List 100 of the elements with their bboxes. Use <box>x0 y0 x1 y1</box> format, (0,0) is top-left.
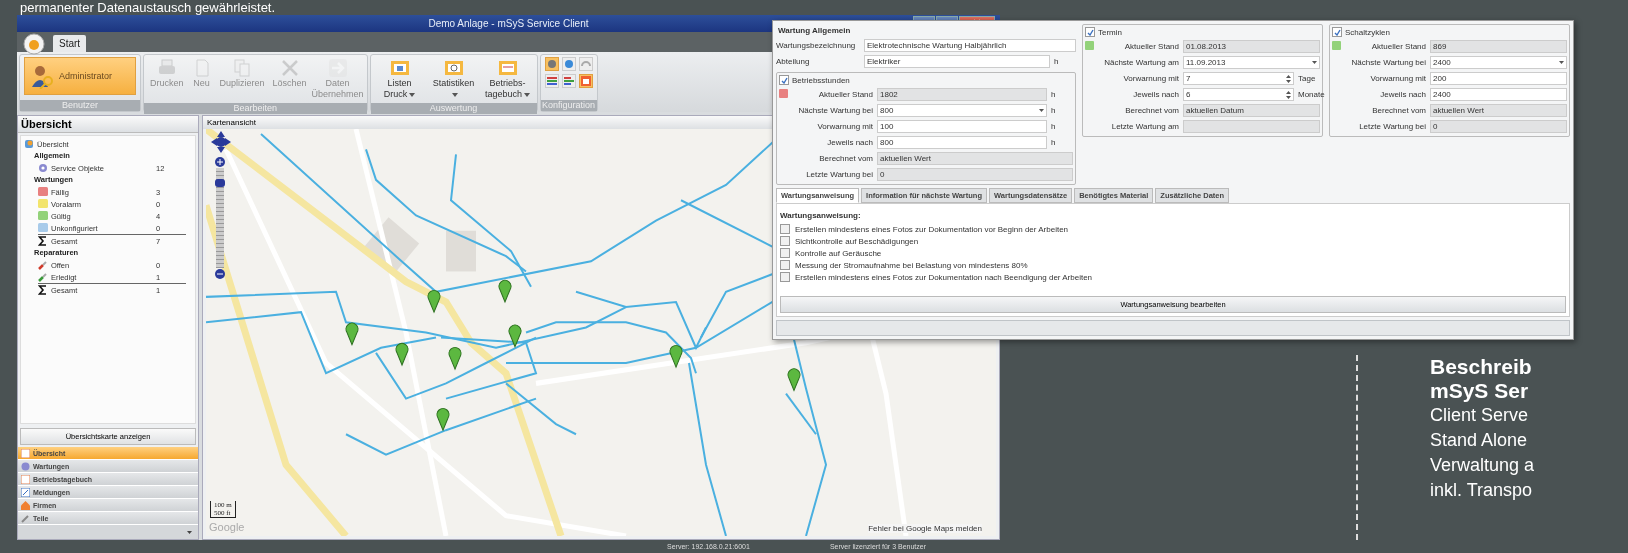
checkbox[interactable] <box>780 248 790 258</box>
config-button[interactable] <box>561 57 576 71</box>
group-label: Auswertung <box>370 103 537 114</box>
input-field[interactable] <box>1183 120 1320 133</box>
gear-icon <box>21 461 30 471</box>
zoom-out-icon[interactable] <box>215 269 225 279</box>
map-pin-icon[interactable] <box>448 346 462 370</box>
map-pin-icon[interactable] <box>669 344 683 368</box>
checklist-item: Sichtkontrolle auf Beschädigungen <box>795 236 919 246</box>
input-field[interactable]: aktuellen Wert <box>877 152 1073 165</box>
input-field[interactable]: 11.09.2013 <box>1183 56 1320 69</box>
group-title: Termin <box>1098 27 1122 37</box>
group-label: Benutzer <box>20 100 140 111</box>
pan-control-icon[interactable] <box>211 131 231 153</box>
cross-icon <box>279 58 300 78</box>
input-field[interactable]: 200 <box>1430 72 1567 85</box>
map-pin-icon[interactable] <box>427 289 441 313</box>
checkbox[interactable] <box>780 224 790 234</box>
field-label: Vorwarnung mit <box>816 122 873 131</box>
zoom-thumb[interactable] <box>215 179 225 188</box>
caret-icon <box>1559 61 1564 64</box>
input-field[interactable]: 7 <box>1183 72 1294 85</box>
unit-label: h <box>1051 138 1057 147</box>
ball-icon <box>546 59 557 69</box>
ribbon-button[interactable]: Statistiken <box>428 57 479 101</box>
ribbon-button[interactable]: Listen Druck <box>374 57 425 101</box>
input-field[interactable]: 800 <box>877 104 1047 117</box>
ribbon-button[interactable]: Betriebs-tagebuch <box>482 57 533 101</box>
input-field[interactable]: 0 <box>877 168 1073 181</box>
spinner-icon <box>1286 74 1291 83</box>
section-title: Wartung Allgemein <box>777 25 852 37</box>
checkbox[interactable] <box>780 260 790 270</box>
aside-heading: Beschreib <box>1430 355 1533 379</box>
list-icon <box>546 76 557 86</box>
checkbox[interactable] <box>779 75 789 85</box>
config-button[interactable] <box>561 74 576 88</box>
input-field[interactable]: 0 <box>1430 120 1567 133</box>
field-label: Vorwarnung mit <box>1122 74 1179 83</box>
checkbox[interactable] <box>780 236 790 246</box>
aside-text: Verwaltung a <box>1430 454 1535 477</box>
caret-icon <box>1039 109 1044 112</box>
unit-label: h <box>1051 90 1057 99</box>
input-field[interactable]: 869 <box>1430 40 1567 53</box>
input-field[interactable]: aktuellen Wert <box>1430 104 1567 117</box>
field-label: Berechnet vom <box>818 154 873 163</box>
checklist-item: Erstellen mindestens eines Fotos zur Dokumentation nach Beendigung der Arbeiten <box>795 272 1093 282</box>
field-label: Aktueller Stand <box>1370 42 1426 51</box>
input-field[interactable]: Elektriker <box>864 55 1050 68</box>
field-label: Jeweils nach <box>1379 90 1426 99</box>
magnifier-icon <box>443 58 464 78</box>
list-icon <box>389 58 410 78</box>
input-field[interactable]: 100 <box>877 120 1047 133</box>
field-label: Letzte Wartung bei <box>1358 122 1426 131</box>
user-key-icon <box>29 63 55 89</box>
config-button[interactable] <box>544 74 559 88</box>
input-field[interactable]: 2400 <box>1430 88 1567 101</box>
map-pin-icon[interactable] <box>498 279 512 303</box>
calendar-icon <box>21 474 30 484</box>
field-label: Wartungsbezeichnung <box>776 41 857 50</box>
config-button[interactable] <box>544 57 559 71</box>
caret-icon <box>1312 61 1317 64</box>
calendar-icon <box>21 448 30 458</box>
note-icon <box>21 487 30 497</box>
checkbox[interactable] <box>1332 27 1342 37</box>
spinner-icon <box>1286 90 1291 99</box>
ribbon-tab[interactable]: Start <box>53 35 87 52</box>
checkbox[interactable] <box>1085 27 1095 37</box>
input-field[interactable]: 800 <box>877 136 1047 149</box>
input-field[interactable]: 6 <box>1183 88 1294 101</box>
globe-icon <box>563 59 574 69</box>
map-pin-icon[interactable] <box>508 324 522 348</box>
map-pin-icon[interactable] <box>395 342 409 366</box>
field-label: Jeweils nach <box>1132 90 1179 99</box>
config-button[interactable] <box>578 74 593 88</box>
input-field[interactable]: 01.08.2013 <box>1183 40 1320 53</box>
checkbox[interactable] <box>780 272 790 282</box>
map-pin-icon[interactable] <box>787 368 801 391</box>
map-pin-icon[interactable] <box>345 322 359 346</box>
headline: permanenter Datenaustausch gewährleistet. <box>20 0 276 15</box>
check-icon <box>780 76 788 84</box>
unit-label: h <box>1051 106 1057 115</box>
input-field[interactable]: 1802 <box>877 88 1047 101</box>
input-field[interactable]: 2400 <box>1430 56 1567 69</box>
map-logo: Google <box>209 521 245 533</box>
field-label: Abteilung <box>776 57 811 66</box>
input-field[interactable]: aktuellen Datum <box>1183 104 1320 117</box>
map-pin-icon[interactable] <box>436 408 450 431</box>
zoom-in-icon[interactable] <box>215 157 225 167</box>
checklist-item: Erstellen mindestens eines Fotos zur Dokumentation vor Beginn der Arbeiten <box>795 224 1069 234</box>
field-label: Jeweils nach <box>826 138 873 147</box>
report-link[interactable]: Fehler bei Google Maps melden <box>868 524 982 533</box>
sigma-icon <box>38 285 48 295</box>
user-button[interactable]: Administrator <box>24 57 136 95</box>
caret-icon[interactable] <box>187 530 192 534</box>
panel-title: Übersicht <box>18 116 198 133</box>
unit-label: Tage <box>1298 74 1317 83</box>
check-icon <box>1086 28 1094 36</box>
check-icon <box>1333 28 1341 36</box>
input-field[interactable]: Elektrotechnische Wartung Halbjährlich <box>864 39 1076 52</box>
aside-text: inkl. Transpo <box>1430 479 1534 502</box>
